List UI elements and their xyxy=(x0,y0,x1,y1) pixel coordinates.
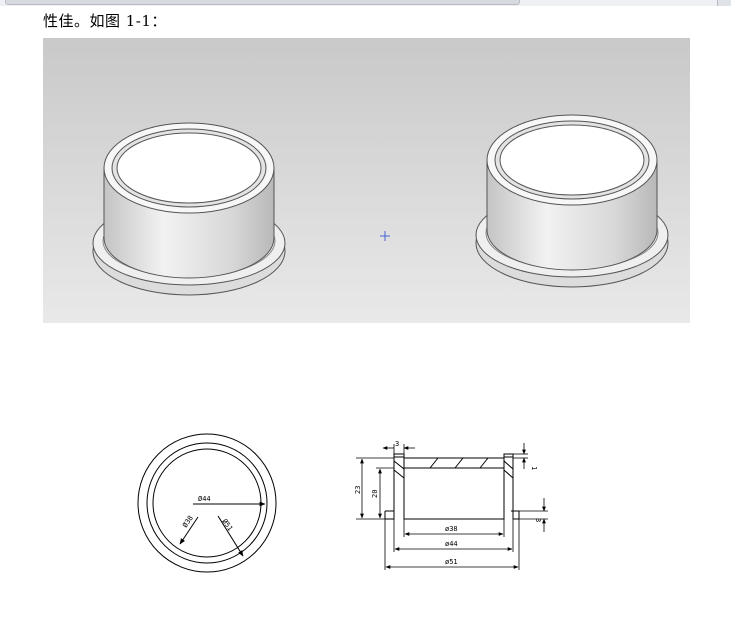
top-view xyxy=(137,433,277,573)
top-view-diameter-38: Ø38 xyxy=(181,514,195,529)
top-view-diameter-44: Ø44 xyxy=(198,495,211,503)
engineering-drawing: Ø44 Ø38 Ø51 3 23 20 1 3 ø38 ø44 ø51 xyxy=(137,433,548,573)
section-view xyxy=(384,453,520,520)
dim-diameter-38: ø38 xyxy=(445,525,458,533)
dim-diameter-51: ø51 xyxy=(445,558,458,566)
top-view-diameter-51: Ø51 xyxy=(220,518,234,533)
section-dimensions xyxy=(356,443,548,570)
dim-top-gap: 1 xyxy=(530,466,538,470)
dim-inner-height: 20 xyxy=(371,490,379,498)
dim-diameter-44: ø44 xyxy=(445,540,458,548)
dim-flange-thickness: 3 xyxy=(534,518,542,522)
dim-wall-thickness: 3 xyxy=(395,440,399,448)
dim-total-height: 23 xyxy=(354,486,362,494)
